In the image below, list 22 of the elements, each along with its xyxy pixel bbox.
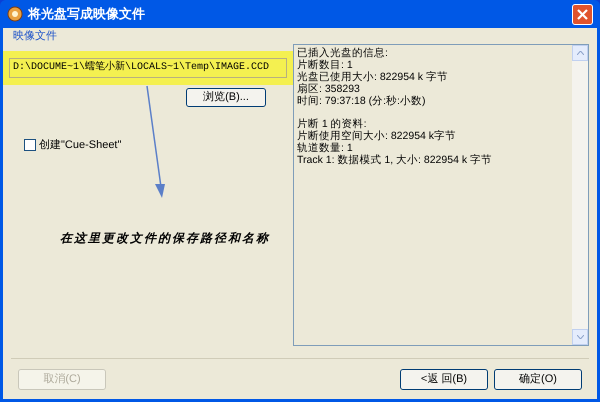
dialog-button[interactable]: <返 回(B) <box>400 368 488 390</box>
info-line: Track 1: 数据模式 1, 大小: 822954 k 字节 <box>297 154 493 166</box>
info-line: 时间: 79:37:18 (分:秒:小数) <box>297 95 426 107</box>
group-label: 映像文件 <box>12 28 58 44</box>
dialog-button[interactable]: 确定(O) <box>494 368 582 390</box>
scrollbar[interactable] <box>572 45 588 345</box>
window-title: 将光盘写成映像文件 <box>28 5 145 24</box>
info-line: 轨道数量: 1 <box>297 142 354 154</box>
app-icon <box>7 6 23 22</box>
info-line: 扇区: 358293 <box>297 83 361 95</box>
info-line: 片断数目: 1 <box>297 59 354 71</box>
info-line: 光盘已使用大小: 822954 k 字节 <box>297 71 449 83</box>
browse-button[interactable]: 浏览(B)... <box>186 88 266 107</box>
path-field[interactable]: D:\DOCUME~1\蠕笔小新\LOCALS~1\Temp\IMAGE.CCD <box>9 58 287 78</box>
checkbox-label: 创建"Cue-Sheet" <box>39 138 122 153</box>
info-line: 片断使用空间大小: 822954 k字节 <box>297 130 458 142</box>
close-button[interactable] <box>572 4 593 24</box>
close-icon <box>577 8 588 20</box>
info-line: 片断 1 的资料: <box>297 118 368 130</box>
info-line: 已插入光盘的信息: <box>297 47 389 59</box>
checkbox[interactable] <box>24 139 36 152</box>
annotation-text: 在这里更改文件的保存路径和名称 <box>60 230 271 246</box>
